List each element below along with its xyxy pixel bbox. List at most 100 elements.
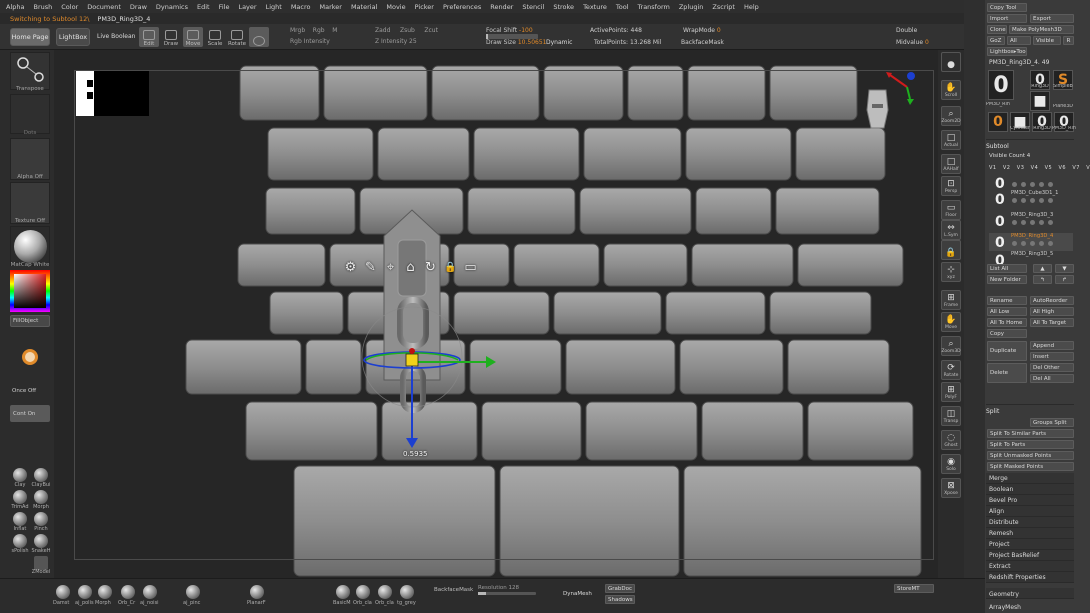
shelf-frame-button[interactable]: ⊞ Frame <box>941 290 961 310</box>
document-viewport[interactable]: ⚙ ✎ ⌖ ⌂ ↻ 🔒 ▭ 0.5935 <box>54 50 938 578</box>
material-button[interactable] <box>10 226 50 266</box>
resolution-slider[interactable]: Resolution 128 <box>478 585 519 591</box>
subtool-toggles[interactable] <box>1012 182 1053 187</box>
draw-mode-button[interactable]: Draw <box>161 27 181 47</box>
pin-icon[interactable]: ✎ <box>362 259 379 276</box>
menu-item-material[interactable]: Material <box>351 3 377 11</box>
backface-mask-label[interactable]: BackfaceMask <box>434 587 473 593</box>
menu-item-color[interactable]: Color <box>61 3 78 11</box>
arraymesh-heading[interactable]: ArrayMesh <box>989 604 1021 611</box>
zsub-toggle[interactable]: Zsub <box>400 27 415 34</box>
menu-item-marker[interactable]: Marker <box>319 3 341 11</box>
transpose-button[interactable] <box>10 52 50 90</box>
move-up-button[interactable]: ▲ <box>1033 264 1052 273</box>
make-polymesh-button[interactable]: Make PolyMesh3D <box>1009 25 1074 34</box>
shadows-button[interactable]: Shadows <box>605 595 635 604</box>
all-high-button[interactable]: All High <box>1030 307 1074 316</box>
rotate-mode-button[interactable]: Rotate <box>227 27 247 47</box>
snakehook-brush-icon[interactable] <box>34 534 48 548</box>
brush-basicm-icon[interactable] <box>336 585 350 599</box>
section-bevel-pro[interactable]: Bevel Pro <box>989 497 1017 504</box>
subtool-item[interactable]: 0 PM3D_Cube3D1_1 <box>989 190 1073 208</box>
menu-item-picker[interactable]: Picker <box>415 3 434 11</box>
brush-tg_grey-icon[interactable] <box>400 585 414 599</box>
v-set[interactable]: V6 <box>1058 165 1066 171</box>
shelf-actual-button[interactable]: □ Actual <box>941 130 961 150</box>
lightbox-button[interactable]: LightBox <box>56 28 90 46</box>
spolish-brush-icon[interactable] <box>13 534 27 548</box>
menu-item-texture[interactable]: Texture <box>583 3 607 11</box>
stroke-dots-button[interactable] <box>10 94 50 134</box>
shelf-move-button[interactable]: ✋ Move <box>941 312 961 332</box>
brush-planarf-icon[interactable] <box>250 585 264 599</box>
zcut-toggle[interactable]: Zcut <box>424 27 438 34</box>
section-distribute[interactable]: Distribute <box>989 519 1019 526</box>
brush-orb_cla-icon[interactable] <box>356 585 370 599</box>
split-heading[interactable]: Split <box>986 408 1076 415</box>
shelf-transp-button[interactable]: ◫ Transp <box>941 406 961 426</box>
new-folder-button[interactable]: New Folder <box>987 275 1027 284</box>
goz-button[interactable]: GoZ <box>987 36 1005 45</box>
fill-object-button[interactable]: FillObject <box>10 315 50 327</box>
visible-count-slider[interactable]: Visible Count 4 <box>989 153 1030 159</box>
shelf-polyf-button[interactable]: ⊞ PolyF <box>941 382 961 402</box>
subtool-heading[interactable]: Subtool <box>986 143 1076 150</box>
menu-item-brush[interactable]: Brush <box>33 3 52 11</box>
focal-shift-slider[interactable]: Focal Shift -100 <box>486 27 533 34</box>
split-parts-button[interactable]: Split To Parts <box>987 440 1074 449</box>
split-masked-button[interactable]: Split Masked Points <box>987 462 1074 471</box>
section-redshift-properties[interactable]: Redshift Properties <box>989 574 1046 581</box>
menu-item-draw[interactable]: Draw <box>130 3 147 11</box>
menu-item-dynamics[interactable]: Dynamics <box>156 3 188 11</box>
brush-damst-icon[interactable] <box>56 585 70 599</box>
claybuildup-brush-icon[interactable] <box>34 468 48 482</box>
shelf-zoom3d-button[interactable]: ⌕ Zoom3D <box>941 336 961 356</box>
color-picker[interactable] <box>10 270 50 312</box>
brush-aj_polis-icon[interactable] <box>78 585 92 599</box>
menu-item-stroke[interactable]: Stroke <box>553 3 574 11</box>
menu-item-movie[interactable]: Movie <box>386 3 405 11</box>
edit-mode-button[interactable]: Edit <box>139 27 159 47</box>
move-down-button[interactable]: ▼ <box>1055 264 1074 273</box>
all-to-target-button[interactable]: All To Target <box>1030 318 1074 327</box>
clone-button[interactable]: Clone <box>987 25 1007 34</box>
shelf-xyz-button[interactable]: ⊹ xyz <box>941 262 961 282</box>
menu-item-tool[interactable]: Tool <box>616 3 629 11</box>
midvalue-slider[interactable]: Midvalue 0 <box>896 39 929 46</box>
rename-button[interactable]: Rename <box>987 296 1027 305</box>
subtool-toggles[interactable] <box>1012 198 1053 203</box>
section-project-basrelief[interactable]: Project BasRelief <box>989 552 1039 559</box>
insert-button[interactable]: Insert <box>1030 352 1074 361</box>
copy-button[interactable]: Copy <box>987 329 1027 338</box>
auto-reorder-button[interactable]: AutoReorder <box>1030 296 1074 305</box>
move-mode-button[interactable]: Move <box>183 27 203 47</box>
all-button[interactable]: All <box>1007 36 1031 45</box>
export-button[interactable]: Export <box>1030 14 1074 23</box>
v-set[interactable]: V5 <box>1045 165 1053 171</box>
split-unmasked-button[interactable]: Split Unmasked Points <box>987 451 1074 460</box>
zmodeler-brush-icon[interactable] <box>34 556 48 570</box>
menu-item-macro[interactable]: Macro <box>291 3 311 11</box>
rgb-mode-row[interactable]: Mrgb Rgb M <box>290 27 337 34</box>
menu-item-file[interactable]: File <box>219 3 230 11</box>
v-set[interactable]: V1 <box>989 165 997 171</box>
copy-tool-button[interactable]: Copy Tool <box>987 3 1027 12</box>
all-low-button[interactable]: All Low <box>987 307 1027 316</box>
live-boolean-button[interactable]: Live Boolean <box>97 33 135 40</box>
backface-mask-toggle[interactable]: BackfaceMask <box>681 39 724 46</box>
brush-orb_cr-icon[interactable] <box>121 585 135 599</box>
dynamic-toggle[interactable]: Dynamic <box>546 39 572 46</box>
menu-item-zplugin[interactable]: Zplugin <box>679 3 704 11</box>
geometry-heading[interactable]: Geometry <box>989 591 1019 598</box>
v-set[interactable]: V4 <box>1031 165 1039 171</box>
menu-item-light[interactable]: Light <box>266 3 282 11</box>
v-set[interactable]: V8 <box>1086 165 1090 171</box>
brush-orb_cla-icon[interactable] <box>378 585 392 599</box>
lock-icon[interactable]: 🔒 <box>442 259 459 276</box>
mask-icon[interactable]: ▭ <box>462 259 479 276</box>
pinch-brush-icon[interactable] <box>34 512 48 526</box>
reset-icon[interactable]: ↻ <box>422 259 439 276</box>
location-icon[interactable]: ⌖ <box>382 259 399 276</box>
pm3d-ring-tool-thumbnail[interactable]: 0 <box>988 112 1008 132</box>
lightbox-tools-button[interactable]: Lightbox▸Tools <box>987 47 1027 56</box>
